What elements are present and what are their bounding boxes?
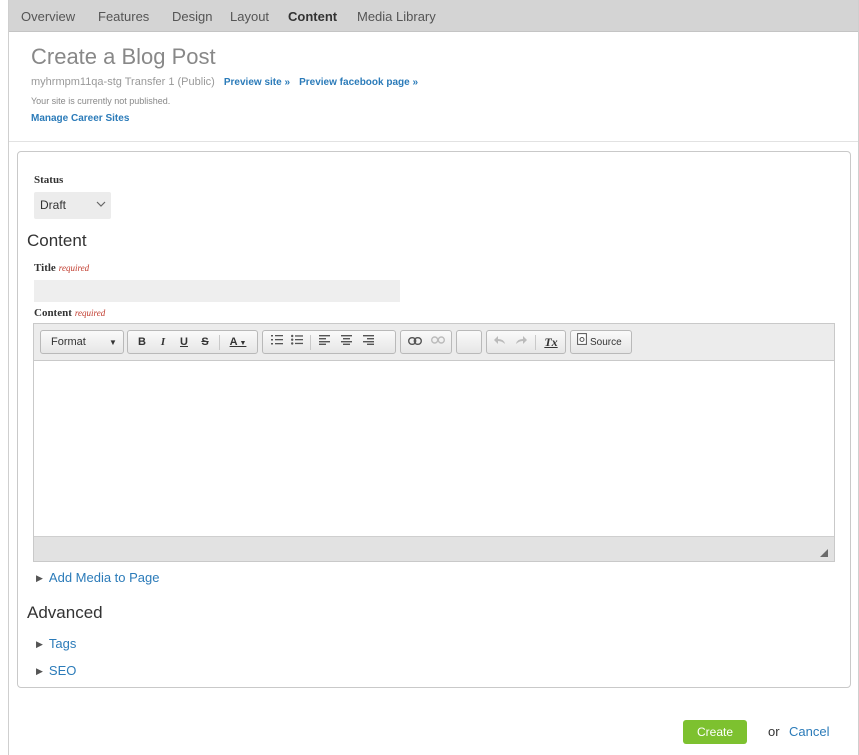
top-navigation: Overview Features Design Layout Content … — [9, 0, 858, 32]
nav-layout[interactable]: Layout — [230, 9, 269, 24]
title-required-marker: required — [58, 263, 90, 273]
resize-handle-icon[interactable] — [820, 549, 828, 557]
link-group — [400, 330, 452, 354]
page-title: Create a Blog Post — [31, 44, 216, 69]
page-frame: Overview Features Design Layout Content … — [8, 0, 859, 755]
site-name: myhrmpm11qa-stg Transfer 1 (Public) — [31, 76, 215, 88]
toolbar-separator — [310, 335, 311, 350]
add-media-label: Add Media to Page — [48, 570, 160, 585]
undo-icon[interactable] — [491, 333, 509, 352]
content-heading: Content — [27, 231, 87, 250]
blog-post-form: Status Draft Content Title required Conte… — [17, 151, 851, 688]
align-center-icon[interactable] — [337, 333, 355, 352]
title-label-text: Title — [34, 262, 56, 274]
create-button[interactable]: Create — [683, 720, 747, 744]
link-icon[interactable] — [405, 333, 425, 352]
align-right-icon[interactable] — [359, 333, 377, 352]
status-select[interactable]: Draft — [34, 192, 111, 219]
toolbar-separator — [219, 335, 220, 350]
nav-design[interactable]: Design — [172, 9, 212, 24]
preview-site-link[interactable]: Preview site » — [224, 77, 290, 88]
caret-down-icon: ▼ — [109, 338, 117, 347]
publish-status-text: Your site is currently not published. — [31, 96, 171, 106]
tags-toggle[interactable]: ▶ Tags — [36, 636, 76, 651]
or-text: or — [768, 724, 780, 739]
nav-features[interactable]: Features — [98, 9, 149, 24]
site-info-line: myhrmpm11qa-stg Transfer 1 (Public) Prev… — [31, 76, 418, 88]
remove-format-icon[interactable]: Tx — [540, 333, 562, 352]
history-group: Tx — [486, 330, 566, 354]
format-dropdown[interactable]: Format ▼ — [40, 330, 124, 354]
toolbar-separator — [535, 335, 536, 350]
title-label: Title required — [34, 262, 89, 274]
text-color-button[interactable]: A ▼ — [224, 333, 252, 352]
caret-right-icon: ▶ — [36, 639, 43, 649]
bulleted-list-icon[interactable] — [289, 333, 305, 352]
rich-text-editor: Format ▼ B I U S A ▼ Tx Source — [33, 323, 835, 562]
title-input[interactable] — [34, 280, 400, 302]
status-label: Status — [34, 174, 64, 186]
bold-button[interactable]: B — [132, 333, 152, 352]
align-left-icon[interactable] — [315, 333, 333, 352]
seo-label: SEO — [48, 663, 77, 678]
cancel-link[interactable]: Cancel — [789, 724, 829, 739]
editor-content-area[interactable] — [34, 361, 834, 536]
nav-overview[interactable]: Overview — [21, 9, 75, 24]
content-required-marker: required — [74, 308, 106, 318]
unlink-icon[interactable] — [428, 333, 448, 352]
advanced-heading: Advanced — [27, 603, 103, 622]
status-value: Draft — [40, 198, 67, 212]
manage-career-sites-link[interactable]: Manage Career Sites — [31, 113, 129, 124]
source-document-icon — [575, 333, 588, 352]
text-color-label: A — [229, 336, 238, 348]
add-media-toggle[interactable]: ▶ Add Media to Page — [36, 570, 160, 585]
italic-button[interactable]: I — [153, 333, 173, 352]
content-label: Content required — [34, 307, 105, 319]
caret-right-icon: ▶ — [36, 573, 43, 583]
caret-right-icon: ▶ — [36, 666, 43, 676]
numbered-list-icon[interactable] — [269, 333, 285, 352]
content-label-text: Content — [34, 307, 72, 319]
caret-down-icon: ▼ — [237, 340, 247, 347]
text-style-group: B I U S A ▼ — [127, 330, 258, 354]
preview-facebook-link[interactable]: Preview facebook page » — [299, 77, 418, 88]
source-button[interactable]: Source — [570, 330, 632, 354]
chevron-down-icon — [96, 199, 106, 212]
editor-toolbar: Format ▼ B I U S A ▼ Tx Source — [34, 324, 834, 361]
nav-media-library[interactable]: Media Library — [357, 9, 436, 24]
seo-toggle[interactable]: ▶ SEO — [36, 663, 76, 678]
format-dropdown-label: Format — [51, 336, 86, 348]
editor-statusbar — [34, 536, 834, 561]
empty-toolbar-button[interactable] — [456, 330, 482, 354]
nav-content[interactable]: Content — [288, 9, 337, 24]
list-align-group — [262, 330, 396, 354]
tags-label: Tags — [48, 636, 77, 651]
underline-button[interactable]: U — [174, 333, 194, 352]
source-label: Source — [590, 337, 622, 348]
strikethrough-button[interactable]: S — [195, 333, 215, 352]
page-header: Create a Blog Post myhrmpm11qa-stg Trans… — [9, 32, 858, 142]
redo-icon[interactable] — [512, 333, 530, 352]
